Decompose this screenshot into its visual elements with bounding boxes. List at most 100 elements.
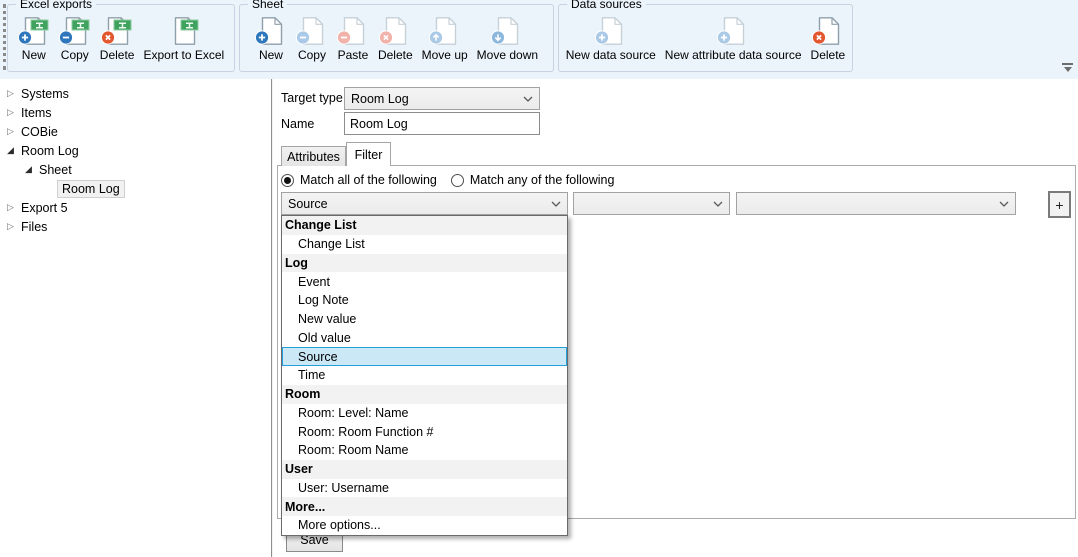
new-data-source-button[interactable]: New data source xyxy=(563,15,659,62)
button-label: New xyxy=(259,48,283,62)
dropdown-item[interactable]: More options... xyxy=(282,516,567,535)
dropdown-group-header: Change List xyxy=(282,216,567,235)
match-all-radio[interactable] xyxy=(281,174,294,187)
chevron-expanded-icon[interactable] xyxy=(25,164,39,175)
export-to-excel-button[interactable]: Export to Excel xyxy=(140,15,227,62)
tree-item-label: Export 5 xyxy=(21,201,68,215)
navigation-tree-panel: Systems Items COBie Room Log Sheet Room … xyxy=(0,79,271,557)
dropdown-item[interactable]: Room: Level: Name xyxy=(282,404,567,423)
chevron-collapsed-icon[interactable] xyxy=(7,107,21,118)
filter-operator-combobox[interactable] xyxy=(573,192,730,215)
chevron-down-icon xyxy=(713,201,723,207)
new-attribute-data-source-button[interactable]: New attribute data source xyxy=(662,15,805,62)
button-label: Delete xyxy=(100,48,135,62)
new-data-source-icon xyxy=(595,15,627,47)
tree-item-items[interactable]: Items xyxy=(0,103,271,122)
button-label: Move down xyxy=(477,48,538,62)
match-all-label: Match all of the following xyxy=(300,173,437,187)
sheet-new-button[interactable]: New xyxy=(252,15,290,62)
tree-item-label: Room Log xyxy=(21,144,79,158)
chevron-collapsed-icon[interactable] xyxy=(7,126,21,137)
data-source-delete-button[interactable]: Delete xyxy=(808,15,849,62)
chevron-down-icon xyxy=(523,96,533,102)
chevron-collapsed-icon[interactable] xyxy=(7,202,21,213)
excel-export-copy-button[interactable]: Copy xyxy=(56,15,94,62)
button-label: Move up xyxy=(422,48,468,62)
dropdown-item[interactable]: User: Username xyxy=(282,479,567,498)
tree-item-label: COBie xyxy=(21,125,58,139)
tree-item-label-selected: Room Log xyxy=(57,180,125,198)
add-condition-button[interactable]: + xyxy=(1048,191,1071,218)
toolbar-group-excel-exports: Excel exports New Copy Delete Export to … xyxy=(7,4,235,72)
sheet-copy-icon xyxy=(296,15,328,47)
ribbon-toolbar: Excel exports New Copy Delete Export to … xyxy=(0,0,1078,79)
button-label: Copy xyxy=(61,48,89,62)
chevron-down-icon xyxy=(551,201,561,207)
filter-value-combobox[interactable] xyxy=(736,192,1016,215)
toolbar-overflow-icon[interactable] xyxy=(1062,63,1073,72)
group-label: Data sources xyxy=(567,0,646,11)
dropdown-item[interactable]: Change List xyxy=(282,235,567,254)
group-label: Excel exports xyxy=(16,0,96,11)
tree-item-sheet[interactable]: Sheet xyxy=(0,160,271,179)
target-type-combobox[interactable]: Room Log xyxy=(344,87,540,110)
dropdown-item[interactable]: New value xyxy=(282,310,567,329)
chevron-expanded-icon[interactable] xyxy=(7,145,21,156)
excel-export-delete-icon xyxy=(101,15,133,47)
tree-item-room-log-sheet[interactable]: Room Log xyxy=(0,179,271,198)
dropdown-item[interactable]: Room: Room Function # xyxy=(282,422,567,441)
data-source-delete-icon xyxy=(812,15,844,47)
sheet-delete-button[interactable]: Delete xyxy=(375,15,416,62)
tree-item-systems[interactable]: Systems xyxy=(0,84,271,103)
match-any-label: Match any of the following xyxy=(470,173,615,187)
button-label: Delete xyxy=(811,48,846,62)
chevron-down-icon xyxy=(999,201,1009,207)
tab-attributes[interactable]: Attributes xyxy=(281,146,346,166)
name-label: Name xyxy=(281,117,314,131)
dropdown-group-header: More... xyxy=(282,497,567,516)
dropdown-item[interactable]: Room: Room Name xyxy=(282,441,567,460)
match-any-radio[interactable] xyxy=(451,174,464,187)
excel-export-copy-icon xyxy=(59,15,91,47)
toolbar-group-sheet: Sheet New Copy Paste Delete Move up xyxy=(239,4,554,72)
dropdown-item[interactable]: Old value xyxy=(282,329,567,348)
sheet-move-up-button[interactable]: Move up xyxy=(419,15,471,62)
tree-item-files[interactable]: Files xyxy=(0,217,271,236)
dropdown-item[interactable]: Log Note xyxy=(282,291,567,310)
excel-export-delete-button[interactable]: Delete xyxy=(97,15,138,62)
button-label: Delete xyxy=(378,48,413,62)
excel-export-new-button[interactable]: New xyxy=(15,15,53,62)
chevron-collapsed-icon[interactable] xyxy=(7,221,21,232)
panel-splitter[interactable] xyxy=(271,79,273,557)
dropdown-group-header: Room xyxy=(282,385,567,404)
toolbar-drag-handle[interactable] xyxy=(3,4,6,70)
dropdown-group-header: User xyxy=(282,460,567,479)
sheet-copy-button[interactable]: Copy xyxy=(293,15,331,62)
sheet-paste-icon xyxy=(337,15,369,47)
tree-item-label: Sheet xyxy=(39,163,72,177)
sheet-move-down-button[interactable]: Move down xyxy=(474,15,541,62)
tree-item-room-log[interactable]: Room Log xyxy=(0,141,271,160)
button-label: New xyxy=(22,48,46,62)
dropdown-item-selected[interactable]: Source xyxy=(282,347,567,366)
sheet-move-down-icon xyxy=(491,15,523,47)
tree-item-label: Items xyxy=(21,106,52,120)
sheet-paste-button[interactable]: Paste xyxy=(334,15,372,62)
tab-filter[interactable]: Filter xyxy=(346,142,391,166)
dropdown-item[interactable]: Event xyxy=(282,272,567,291)
tree-item-export-5[interactable]: Export 5 xyxy=(0,198,271,217)
excel-export-new-icon xyxy=(18,15,50,47)
button-label: Export to Excel xyxy=(143,48,224,62)
button-label: New data source xyxy=(566,48,656,62)
sheet-move-up-icon xyxy=(429,15,461,47)
target-type-value: Room Log xyxy=(351,92,409,106)
tree-item-cobie[interactable]: COBie xyxy=(0,122,271,141)
field-dropdown-list: Change List Change List Log Event Log No… xyxy=(281,215,568,536)
export-to-excel-icon xyxy=(168,15,200,47)
name-field[interactable] xyxy=(344,112,540,135)
chevron-collapsed-icon[interactable] xyxy=(7,88,21,99)
dropdown-item[interactable]: Time xyxy=(282,366,567,385)
button-label: Paste xyxy=(338,48,369,62)
filter-field-combobox[interactable]: Source xyxy=(281,192,568,215)
button-label: New attribute data source xyxy=(665,48,802,62)
